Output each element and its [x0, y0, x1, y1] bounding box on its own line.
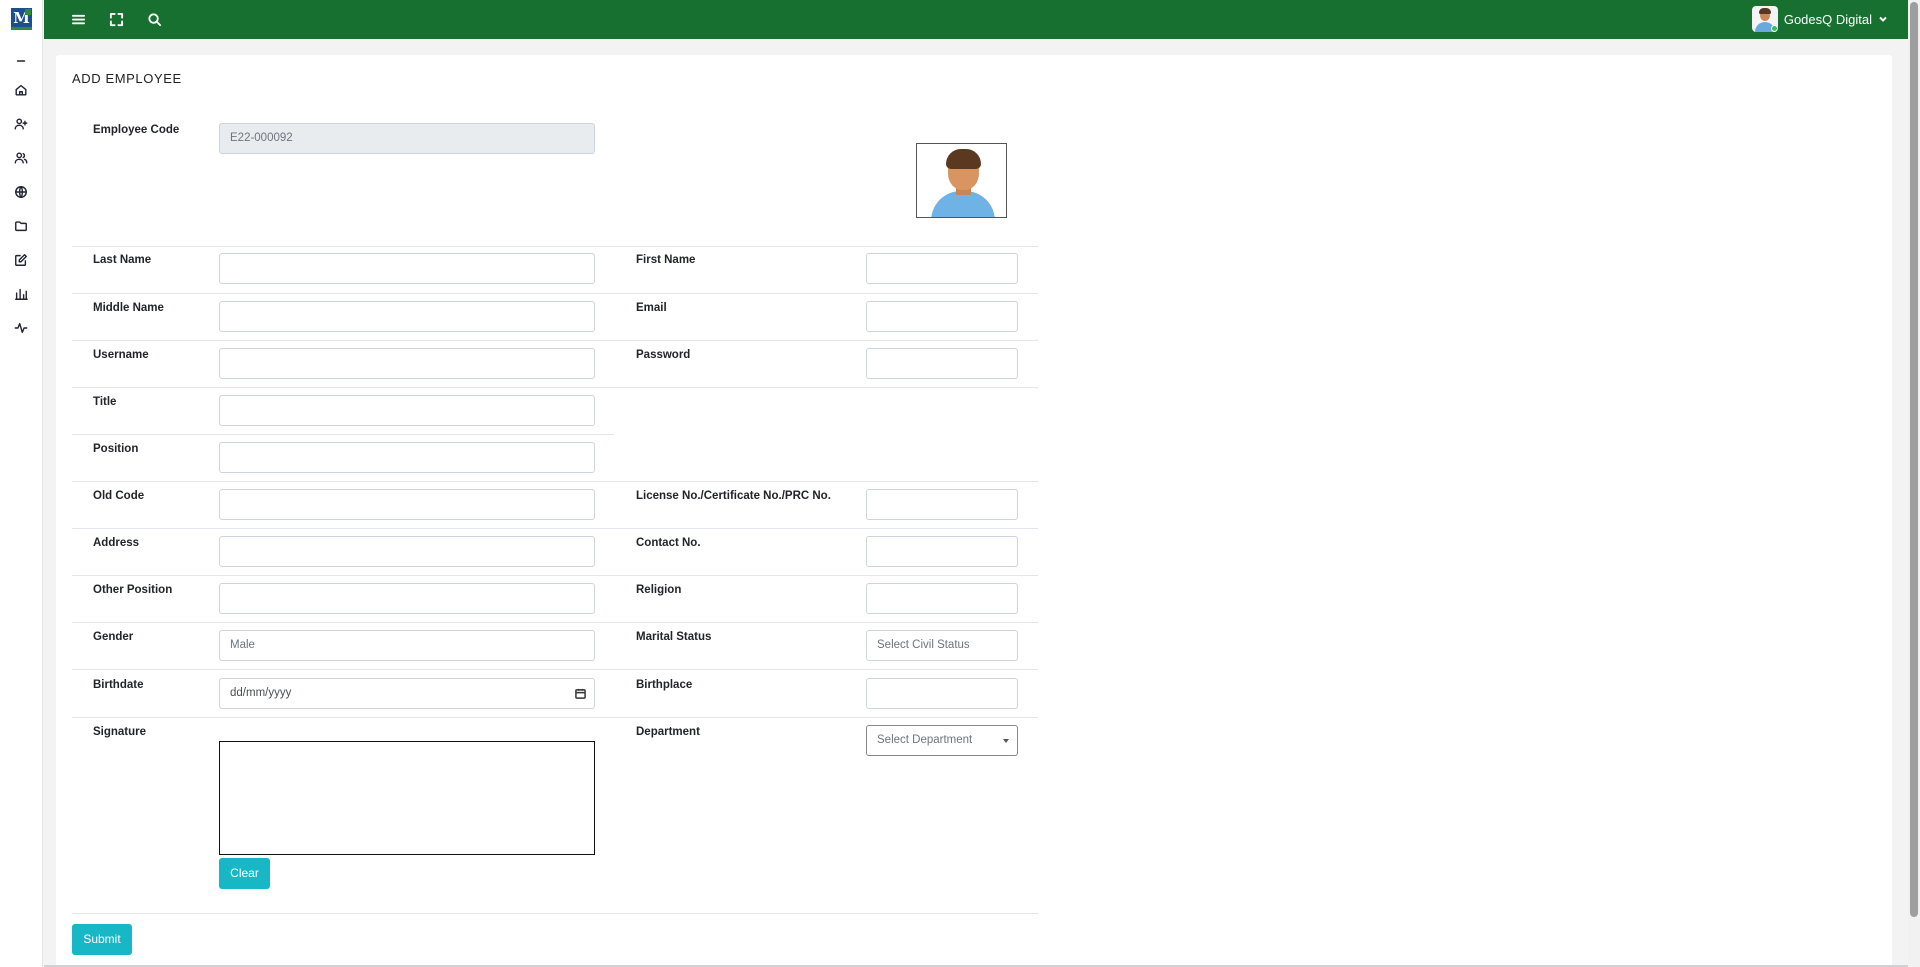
- clear-signature-button[interactable]: Clear: [219, 858, 270, 889]
- menu-icon[interactable]: [68, 9, 88, 29]
- middle-name-input[interactable]: [219, 301, 595, 332]
- last-name-label: Last Name: [93, 254, 152, 266]
- religion-input[interactable]: [866, 583, 1018, 614]
- chevron-down-icon: [1872, 12, 1888, 27]
- gender-label: Gender: [93, 631, 134, 643]
- calendar-icon[interactable]: [575, 688, 586, 699]
- bar-chart-icon[interactable]: [11, 284, 31, 304]
- add-employee-card: ADD EMPLOYEE Employee Code E22-000092 La…: [56, 55, 1892, 967]
- divider: [72, 434, 614, 435]
- search-icon[interactable]: [144, 9, 164, 29]
- user-name: GodesQ Digital: [1783, 11, 1872, 27]
- birthplace-input[interactable]: [866, 678, 1018, 709]
- password-label: Password: [636, 349, 691, 361]
- other-position-input[interactable]: [219, 583, 595, 614]
- divider: [72, 387, 1038, 388]
- divider: [72, 669, 1038, 670]
- scrollbar-thumb[interactable]: [1910, 2, 1918, 917]
- employee-code-label: Employee Code: [93, 124, 180, 136]
- department-label: Department: [636, 726, 700, 738]
- old-code-label: Old Code: [93, 490, 145, 502]
- sidebar: M: [0, 0, 43, 967]
- users-icon[interactable]: [11, 148, 31, 168]
- activity-icon[interactable]: [11, 318, 31, 338]
- last-name-input[interactable]: [219, 253, 595, 284]
- email-input[interactable]: [866, 301, 1018, 332]
- fullscreen-icon[interactable]: [106, 9, 126, 29]
- middle-name-label: Middle Name: [93, 302, 164, 314]
- employee-photo[interactable]: [916, 143, 1007, 218]
- old-code-input[interactable]: [219, 489, 595, 520]
- first-name-input[interactable]: [866, 253, 1018, 284]
- folder-icon[interactable]: [11, 216, 31, 236]
- edit-icon[interactable]: [11, 250, 31, 270]
- submit-button[interactable]: Submit: [72, 924, 132, 955]
- title-input[interactable]: [219, 395, 595, 426]
- divider: [72, 246, 1038, 247]
- license-label: License No./Certificate No./PRC No.: [636, 490, 831, 502]
- birthdate-placeholder: dd/mm/yyyy: [230, 687, 292, 699]
- signature-label: Signature: [93, 726, 147, 738]
- home-icon[interactable]: [11, 80, 31, 100]
- contact-input[interactable]: [866, 536, 1018, 567]
- other-position-label: Other Position: [93, 584, 173, 596]
- title-label: Title: [93, 396, 117, 408]
- username-label: Username: [93, 349, 149, 361]
- gender-select[interactable]: Male: [219, 630, 595, 661]
- username-input[interactable]: [219, 348, 595, 379]
- signature-pad[interactable]: [219, 741, 595, 855]
- divider: [72, 717, 1038, 718]
- divider: [72, 481, 1038, 482]
- marital-status-label: Marital Status: [636, 631, 712, 643]
- top-navbar: GodesQ Digital: [44, 0, 1908, 39]
- page-scrollbar[interactable]: [1908, 0, 1920, 967]
- divider: [72, 528, 1038, 529]
- birthplace-label: Birthplace: [636, 679, 693, 691]
- marital-status-select[interactable]: Select Civil Status: [866, 630, 1018, 661]
- user-menu[interactable]: GodesQ Digital: [1751, 6, 1888, 32]
- divider: [72, 913, 1038, 914]
- first-name-label: First Name: [636, 254, 696, 266]
- address-input[interactable]: [219, 536, 595, 567]
- position-input[interactable]: [219, 442, 595, 473]
- contact-label: Contact No.: [636, 537, 701, 549]
- divider: [72, 575, 1038, 576]
- department-placeholder: Select Department: [877, 734, 973, 746]
- user-plus-icon[interactable]: [11, 114, 31, 134]
- employee-code-input: E22-000092: [219, 123, 595, 154]
- position-label: Position: [93, 443, 139, 455]
- address-label: Address: [93, 537, 140, 549]
- birthdate-label: Birthdate: [93, 679, 144, 691]
- divider: [72, 293, 1038, 294]
- avatar: [1751, 6, 1778, 32]
- divider: [72, 340, 1038, 341]
- divider: [72, 622, 1038, 623]
- birthdate-input[interactable]: dd/mm/yyyy: [219, 678, 595, 709]
- minus-icon[interactable]: [11, 51, 31, 71]
- license-input[interactable]: [866, 489, 1018, 520]
- app-logo[interactable]: M: [11, 8, 32, 30]
- email-label: Email: [636, 302, 667, 314]
- password-input[interactable]: [866, 348, 1018, 379]
- religion-label: Religion: [636, 584, 682, 596]
- caret-down-icon: [1003, 739, 1009, 743]
- page-title: ADD EMPLOYEE: [72, 71, 182, 86]
- department-select[interactable]: Select Department: [866, 725, 1018, 756]
- globe-icon[interactable]: [11, 182, 31, 202]
